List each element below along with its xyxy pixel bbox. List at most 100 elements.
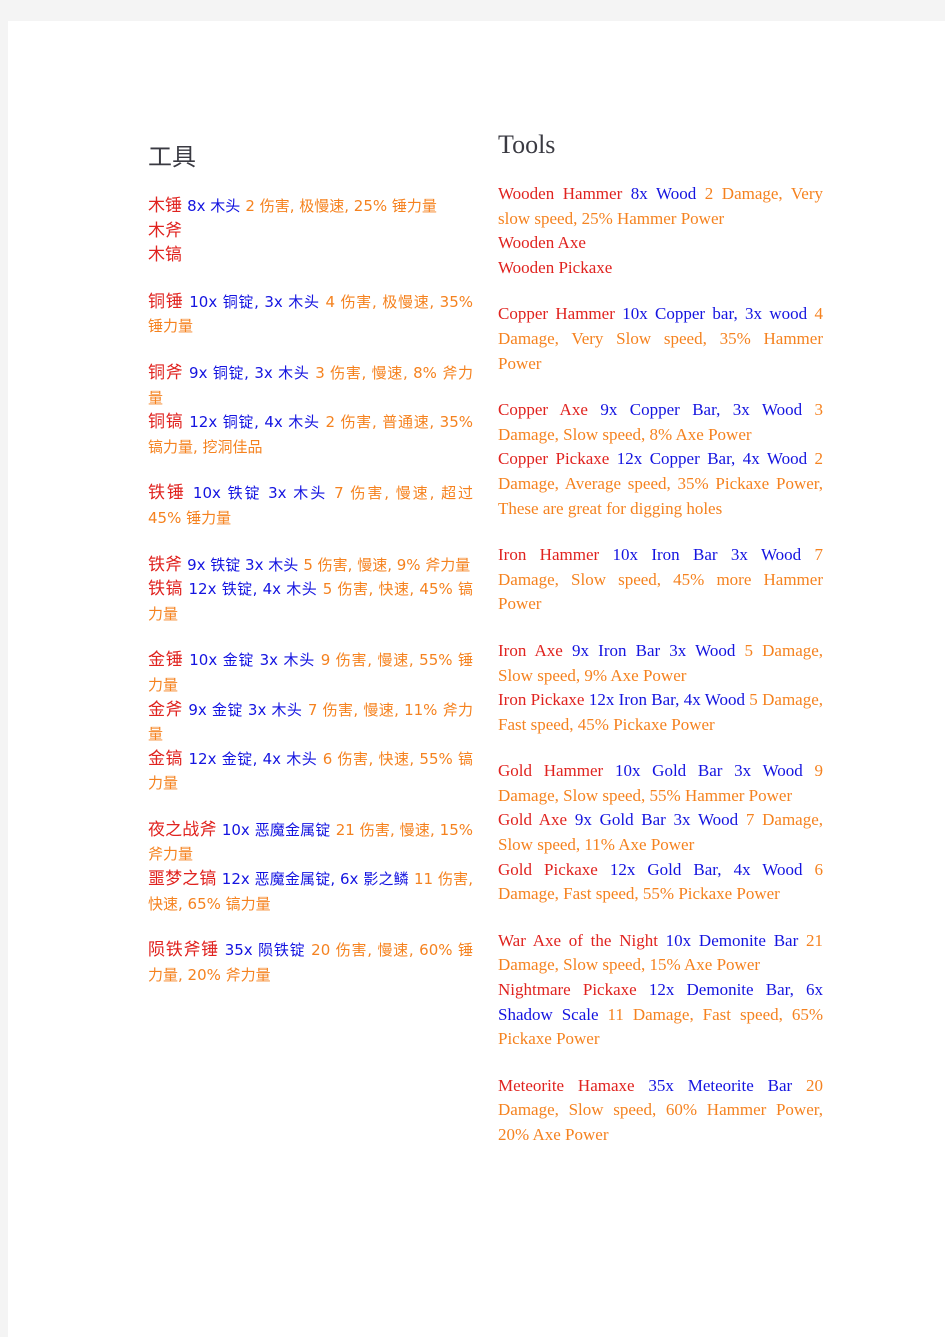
- tool-material: 12x 铁锭, 4x 木头: [188, 580, 318, 599]
- tool-entry: War Axe of the Night 10x Demonite Bar 21…: [498, 929, 823, 978]
- tool-entry: 铁锤 10x 铁锭 3x 木头 7 伤害, 慢速, 超过 45% 锤力量: [148, 481, 473, 530]
- tool-entry: Wooden Hammer 8x Wood 2 Damage, Very slo…: [498, 182, 823, 231]
- tool-material: 35x Meteorite Bar: [648, 1075, 793, 1095]
- tool-entry: 陨铁斧锤 35x 陨铁锭 20 伤害, 慢速, 60% 锤力量, 20% 斧力量: [148, 938, 473, 987]
- tool-name: 木锤: [148, 196, 182, 216]
- tool-entry: 铁斧 9x 铁锭 3x 木头 5 伤害, 慢速, 9% 斧力量: [148, 553, 473, 578]
- tool-name: 铁锤: [148, 483, 186, 504]
- tool-entry: 噩梦之镐 12x 恶魔金属锭, 6x 影之鳞 11 伤害, 快速, 65% 镐力…: [148, 867, 473, 916]
- tool-entry: Meteorite Hamaxe 35x Meteorite Bar 20 Da…: [498, 1074, 823, 1148]
- tool-name: Meteorite Hamaxe: [498, 1075, 635, 1095]
- tool-material: 10x 铜锭, 3x 木头: [189, 292, 320, 311]
- tool-name: 陨铁斧锤: [148, 940, 219, 961]
- tool-group: 木锤 8x 木头 2 伤害, 极慢速, 25% 锤力量 木斧 木镐: [148, 194, 473, 268]
- tool-entry: 铜斧 9x 铜锭, 3x 木头 3 伤害, 慢速, 8% 斧力量: [148, 361, 473, 410]
- tool-name: Gold Axe: [498, 810, 568, 830]
- tool-entry: 金镐 12x 金锭, 4x 木头 6 伤害, 快速, 55% 镐力量: [148, 747, 473, 796]
- tool-material: 35x 陨铁锭: [224, 941, 306, 960]
- two-column-layout: 工具 木锤 8x 木头 2 伤害, 极慢速, 25% 锤力量 木斧 木镐 铜锤 …: [8, 21, 945, 1337]
- tool-name: 金锤: [148, 650, 184, 671]
- tool-material: 9x 铁锭 3x 木头: [187, 555, 299, 574]
- tool-entry: Copper Pickaxe 12x Copper Bar, 4x Wood 2…: [498, 447, 823, 521]
- tool-name: 金斧: [148, 699, 183, 720]
- tool-entry: 铜锤 10x 铜锭, 3x 木头 4 伤害, 极慢速, 35% 锤力量: [148, 290, 473, 339]
- tool-name: Gold Hammer: [498, 761, 604, 781]
- tool-entry: 木锤 8x 木头 2 伤害, 极慢速, 25% 锤力量: [148, 194, 473, 219]
- tool-material: 8x Wood: [630, 184, 697, 203]
- tool-name: 金镐: [148, 748, 183, 769]
- tool-entry: Gold Pickaxe 12x Gold Bar, 4x Wood 6 Dam…: [498, 858, 823, 907]
- tool-material: 10x Copper bar, 3x wood: [622, 304, 808, 324]
- tool-material: 9x Gold Bar 3x Wood: [574, 810, 739, 830]
- tool-entry: Copper Axe 9x Copper Bar, 3x Wood 3 Dama…: [498, 398, 823, 447]
- tool-material: 10x Gold Bar 3x Wood: [614, 761, 803, 781]
- tool-entry: Gold Hammer 10x Gold Bar 3x Wood 9 Damag…: [498, 759, 823, 808]
- tool-name: Iron Pickaxe: [498, 690, 585, 710]
- tool-entry: 木斧: [148, 219, 473, 244]
- tool-entry: Nightmare Pickaxe 12x Demonite Bar, 6x S…: [498, 978, 823, 1052]
- tool-entry: 铜镐 12x 铜锭, 4x 木头 2 伤害, 普通速, 35% 镐力量, 挖洞佳…: [148, 410, 473, 459]
- tool-material: 9x 铜锭, 3x 木头: [189, 363, 310, 382]
- tool-material: 8x 木头: [187, 197, 241, 215]
- tool-name: Wooden Pickaxe: [498, 257, 613, 277]
- tool-group: Meteorite Hamaxe 35x Meteorite Bar 20 Da…: [498, 1074, 823, 1148]
- tool-list-chinese: 木锤 8x 木头 2 伤害, 极慢速, 25% 锤力量 木斧 木镐 铜锤 10x…: [148, 194, 473, 987]
- tool-group: Iron Hammer 10x Iron Bar 3x Wood 7 Damag…: [498, 543, 823, 617]
- tool-name: Wooden Hammer: [498, 184, 623, 203]
- tool-name: 铜镐: [148, 412, 184, 433]
- tool-name: 铁斧: [148, 554, 182, 575]
- tool-entry: Copper Hammer 10x Copper bar, 3x wood 4 …: [498, 302, 823, 376]
- tool-entry: Wooden Axe: [498, 231, 823, 256]
- tool-material: 12x Copper Bar, 4x Wood: [616, 449, 808, 469]
- tool-material: 10x 金锭 3x 木头: [189, 651, 315, 670]
- tool-list-english: Wooden Hammer 8x Wood 2 Damage, Very slo…: [498, 182, 823, 1148]
- tool-group: 铜斧 9x 铜锭, 3x 木头 3 伤害, 慢速, 8% 斧力量 铜镐 12x …: [148, 361, 473, 459]
- tool-name: War Axe of the Night: [498, 930, 658, 950]
- tool-group: Copper Axe 9x Copper Bar, 3x Wood 3 Dama…: [498, 398, 823, 521]
- tool-entry: 铁镐 12x 铁锭, 4x 木头 5 伤害, 快速, 45% 镐力量: [148, 577, 473, 626]
- page-title-chinese: 工具: [148, 143, 196, 171]
- tool-entry: 金斧 9x 金锭 3x 木头 7 伤害, 慢速, 11% 斧力量: [148, 698, 473, 747]
- tool-name: 铜斧: [148, 362, 184, 383]
- tool-name: Nightmare Pickaxe: [498, 980, 637, 1000]
- tool-name: Copper Pickaxe: [498, 449, 610, 469]
- tool-name: Copper Axe: [498, 400, 588, 420]
- tool-group: Iron Axe 9x Iron Bar 3x Wood 5 Damage, S…: [498, 639, 823, 737]
- tool-material: 12x 金锭, 4x 木头: [188, 749, 318, 768]
- tool-entry: 夜之战斧 10x 恶魔金属锭 21 伤害, 慢速, 15% 斧力量: [148, 818, 473, 867]
- tool-material: 12x 恶魔金属锭, 6x 影之鳞: [221, 870, 409, 889]
- tool-name: Iron Axe: [498, 640, 563, 660]
- tool-name: 木斧: [148, 220, 182, 241]
- tool-material: 12x Iron Bar, 4x Wood: [588, 690, 745, 710]
- tool-material: 10x 恶魔金属锭: [221, 820, 331, 839]
- tool-group: 金锤 10x 金锭 3x 木头 9 伤害, 慢速, 55% 锤力量 金斧 9x …: [148, 648, 473, 796]
- column-english: Tools Wooden Hammer 8x Wood 2 Damage, Ve…: [498, 126, 823, 1148]
- document-page: 工具 木锤 8x 木头 2 伤害, 极慢速, 25% 锤力量 木斧 木镐 铜锤 …: [8, 21, 945, 1337]
- tool-name: 铜锤: [148, 291, 184, 312]
- tool-name: 铁镐: [148, 579, 183, 600]
- tool-group: Gold Hammer 10x Gold Bar 3x Wood 9 Damag…: [498, 759, 823, 907]
- tool-name: Iron Hammer: [498, 545, 600, 565]
- tool-material: 10x Iron Bar 3x Wood: [612, 545, 802, 565]
- tool-group: Copper Hammer 10x Copper bar, 3x wood 4 …: [498, 302, 823, 376]
- tool-name: Copper Hammer: [498, 304, 615, 324]
- tool-name: 木镐: [148, 245, 182, 266]
- tool-material: 12x 铜锭, 4x 木头: [189, 413, 320, 432]
- tool-name: Gold Pickaxe: [498, 859, 598, 879]
- tool-material: 10x Demonite Bar: [665, 930, 799, 950]
- tool-entry: Iron Pickaxe 12x Iron Bar, 4x Wood 5 Dam…: [498, 688, 823, 737]
- tool-group: War Axe of the Night 10x Demonite Bar 21…: [498, 929, 823, 1052]
- tool-entry: Iron Hammer 10x Iron Bar 3x Wood 7 Damag…: [498, 543, 823, 617]
- tool-group: 夜之战斧 10x 恶魔金属锭 21 伤害, 慢速, 15% 斧力量 噩梦之镐 1…: [148, 818, 473, 916]
- tool-entry: Gold Axe 9x Gold Bar 3x Wood 7 Damage, S…: [498, 808, 823, 857]
- tool-name: 夜之战斧: [148, 819, 217, 840]
- page-title-english: Tools: [498, 130, 556, 159]
- tool-group: Wooden Hammer 8x Wood 2 Damage, Very slo…: [498, 182, 823, 280]
- tool-stat: 5 伤害, 慢速, 9% 斧力量: [303, 555, 471, 574]
- tool-name: Wooden Axe: [498, 233, 586, 253]
- tool-material: 12x Gold Bar, 4x Wood: [609, 859, 803, 879]
- tool-entry: 木镐: [148, 243, 473, 268]
- tool-material: 9x 金锭 3x 木头: [188, 700, 303, 719]
- tool-entry: Wooden Pickaxe: [498, 256, 823, 281]
- tool-material: 9x Copper Bar, 3x Wood: [600, 400, 803, 420]
